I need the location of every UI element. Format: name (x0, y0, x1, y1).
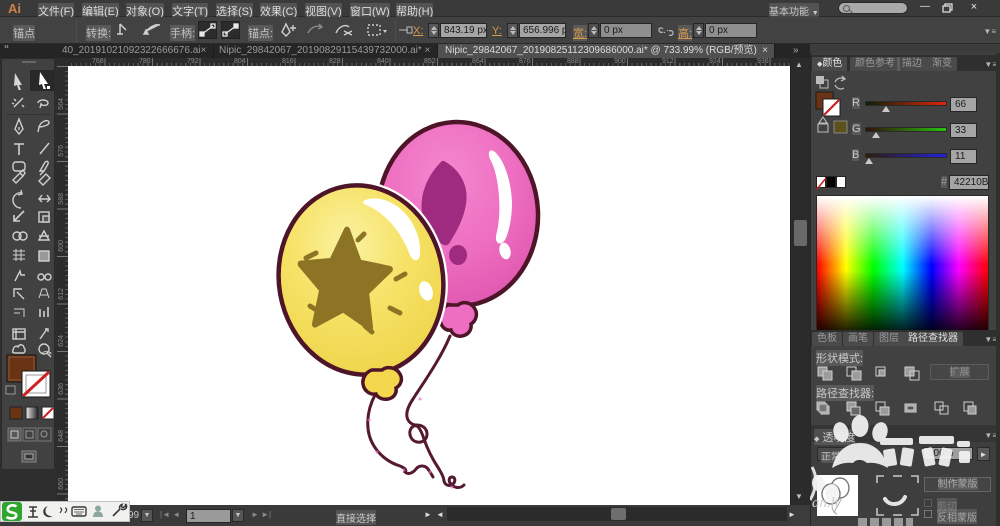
svg-text:an.h: an.h (812, 495, 838, 511)
